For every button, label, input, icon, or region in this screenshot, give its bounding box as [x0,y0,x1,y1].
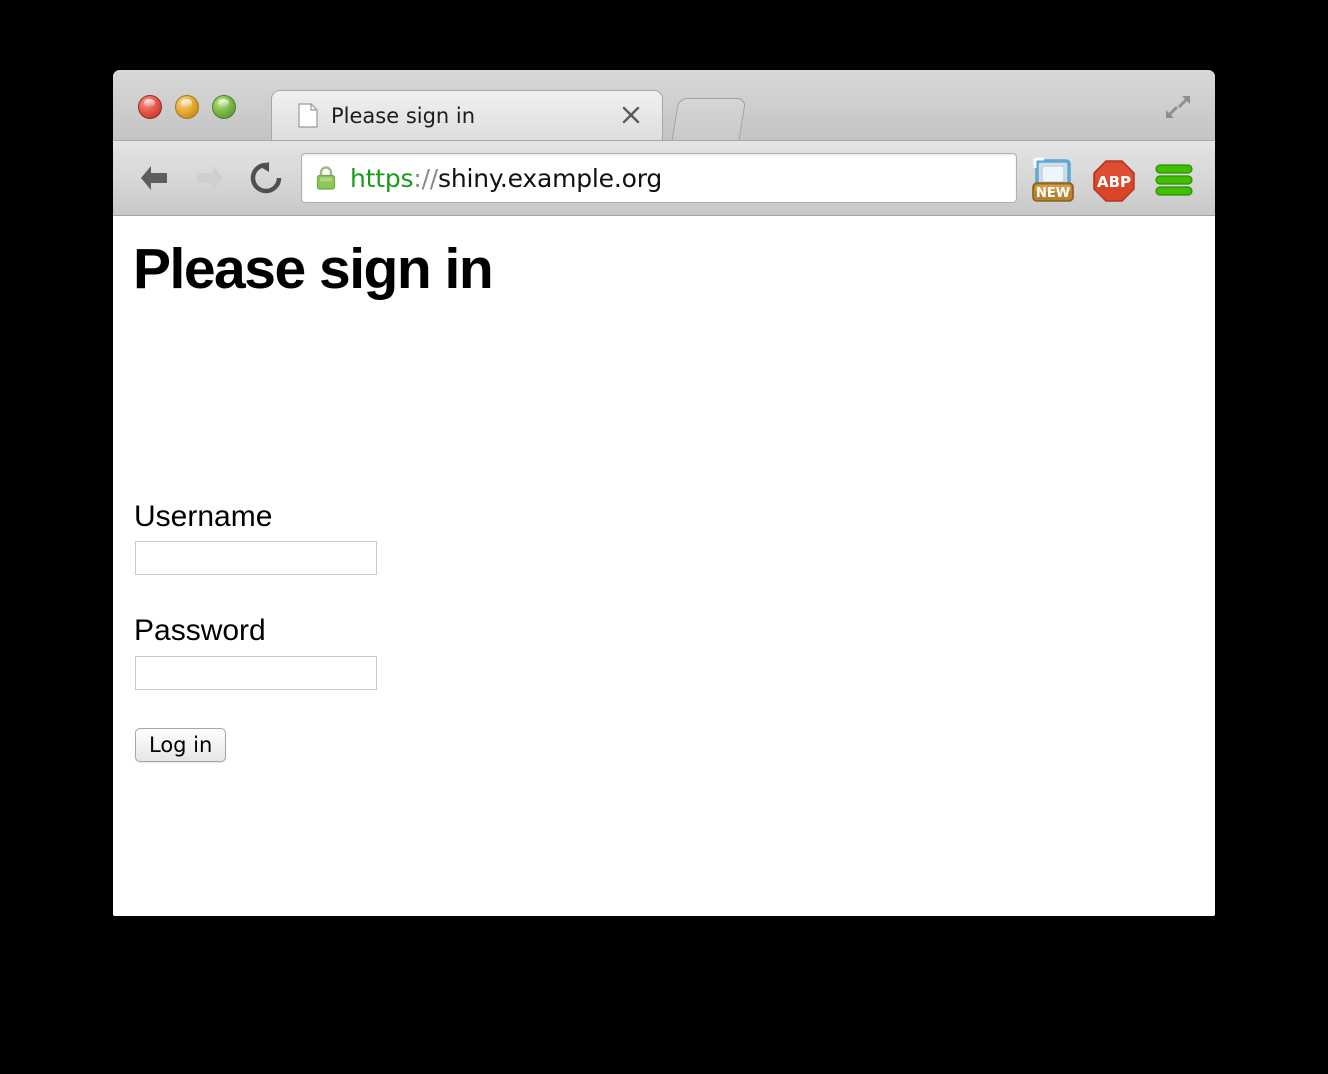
url-separator: :// [413,163,439,193]
username-input[interactable] [135,541,377,575]
forward-button[interactable] [189,158,231,198]
url-scheme: https [350,163,414,193]
login-button[interactable]: Log in [135,728,227,762]
window-zoom-button[interactable] [212,95,236,119]
back-button[interactable] [133,158,175,198]
browser-toolbar: https://shiny.example.org NEW ABP [113,141,1215,216]
svg-text:ABP: ABP [1097,173,1131,191]
adblock-plus-extension-icon[interactable]: ABP [1090,157,1138,205]
new-tab-button[interactable] [671,98,747,140]
window-close-button[interactable] [138,95,162,119]
password-label: Password [134,614,266,647]
fullscreen-expand-icon[interactable] [1159,88,1197,126]
url-host: shiny.example.org [438,163,663,193]
menu-hamburger-icon[interactable] [1153,159,1195,201]
url-text: https://shiny.example.org [350,164,662,193]
page-content: Please sign in Username Password Log in [113,216,1215,916]
browser-tab-active[interactable]: Please sign in [271,90,663,140]
tab-title: Please sign in [331,104,476,128]
close-icon[interactable] [620,104,642,126]
address-bar[interactable]: https://shiny.example.org [301,153,1017,203]
username-label: Username [134,500,273,533]
password-input[interactable] [135,656,377,690]
svg-text:NEW: NEW [1036,186,1070,201]
browser-window: Please sign in https://shiny.example.org… [113,70,1215,916]
screen-background: Please sign in https://shiny.example.org… [0,0,1328,1074]
window-controls [138,95,236,119]
screenshot-new-extension-icon[interactable]: NEW [1028,155,1078,205]
tab-strip: Please sign in [113,70,1215,141]
reload-button[interactable] [245,158,287,198]
page-title: Please sign in [133,237,494,301]
window-minimize-button[interactable] [175,95,199,119]
document-icon [298,103,318,128]
lock-icon [316,166,336,190]
